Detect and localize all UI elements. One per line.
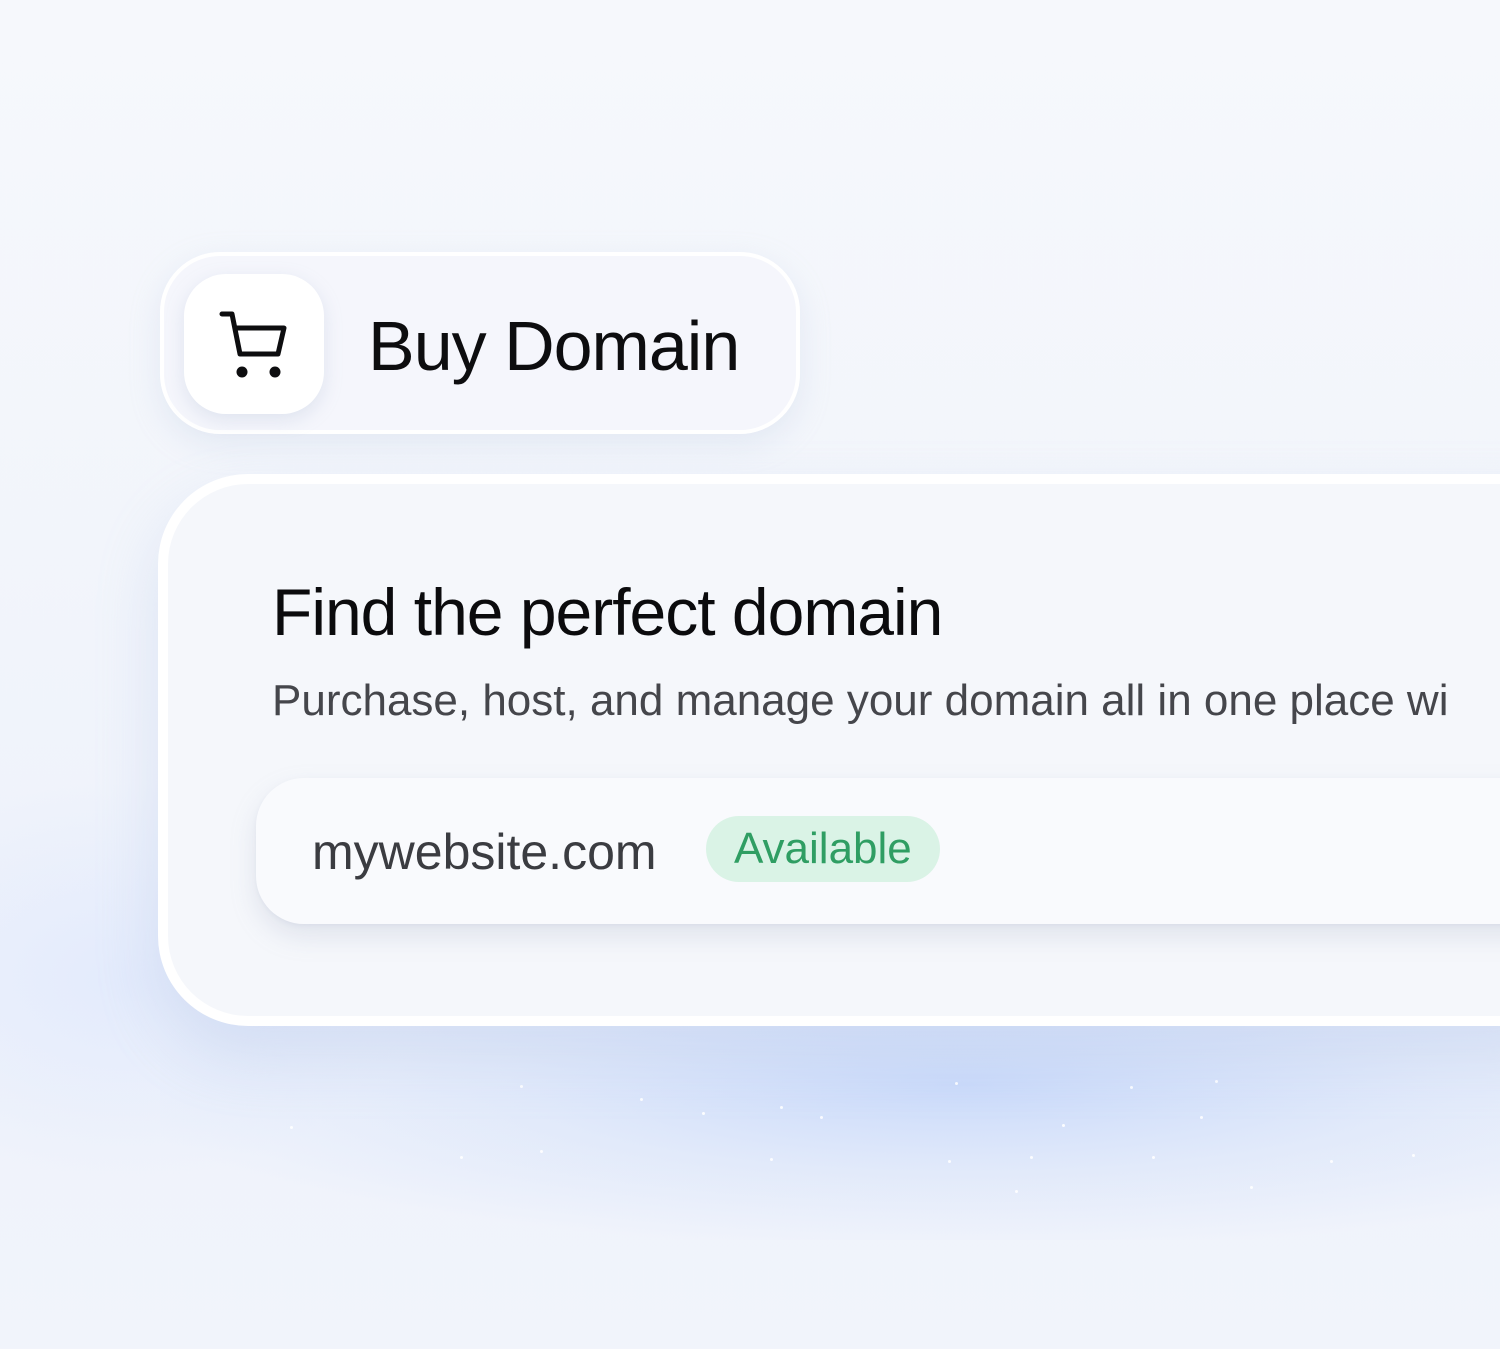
shopping-cart-icon — [219, 311, 287, 378]
card-subtitle: Purchase, host, and manage your domain a… — [272, 676, 1449, 725]
cart-tile — [184, 274, 324, 414]
domain-search-card: Find the perfect domain Purchase, host, … — [158, 474, 1500, 1026]
domain-result-row[interactable]: mywebsite.com Available — [256, 778, 1500, 924]
buy-domain-header[interactable]: Buy Domain — [160, 252, 800, 434]
header-title: Buy Domain — [368, 307, 740, 385]
availability-badge: Available — [706, 816, 940, 882]
card-title: Find the perfect domain — [272, 575, 943, 649]
domain-name: mywebsite.com — [312, 824, 657, 880]
